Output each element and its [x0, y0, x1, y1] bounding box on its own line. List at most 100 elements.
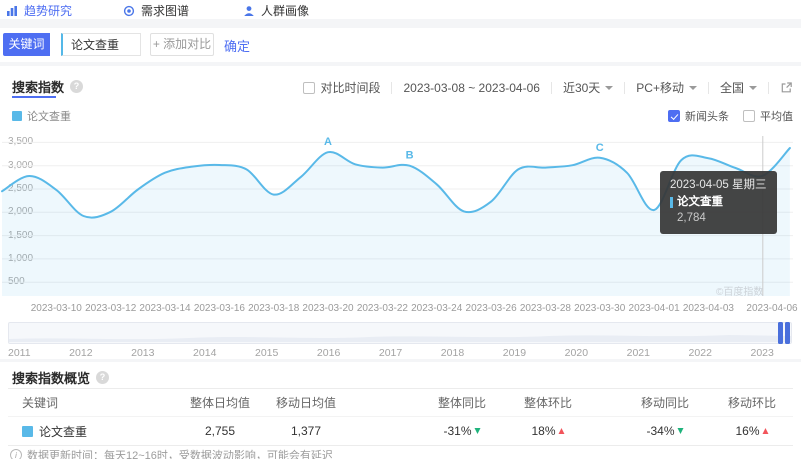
tooltip-series-swatch [670, 197, 673, 208]
nav-label: 需求图谱 [141, 2, 189, 19]
export-icon[interactable] [780, 81, 793, 94]
row-keyword-text: 论文查重 [39, 423, 87, 440]
timeline-year-label: 2019 [503, 347, 526, 359]
x-tick-label: 2023-03-20 [302, 303, 353, 314]
panel-title-text: 搜索指数 [12, 77, 64, 96]
data-update-note: 数据更新时间：每天12~16时，受数据波动影响，可能会有延迟 [10, 447, 333, 459]
table-cell: 18% [531, 424, 564, 438]
separator [768, 82, 769, 94]
device-value: PC+移动 [636, 79, 684, 96]
cell-value: 18% [531, 424, 555, 438]
nav-demand-graph[interactable]: 需求图谱 [123, 2, 189, 19]
x-tick-label: 2023-03-28 [520, 303, 571, 314]
timeline-year-label: 2020 [565, 347, 588, 359]
info-icon [10, 449, 22, 459]
average-option[interactable]: 平均值 [743, 108, 793, 124]
col-header: 整体同比 [438, 394, 486, 411]
compare-period-checkbox[interactable] [303, 82, 315, 94]
keyword-input[interactable] [63, 34, 140, 55]
duration-value: 近30天 [563, 79, 600, 96]
series-legend-label: 论文查重 [27, 108, 71, 124]
timeline-year-label: 2013 [131, 347, 154, 359]
separator [708, 82, 709, 94]
table-row-keyword: 论文查重 [22, 423, 87, 440]
chevron-down-icon [689, 86, 697, 90]
news-headlines-checkbox[interactable] [668, 110, 680, 122]
chevron-down-icon [749, 86, 757, 90]
cell-value: -34% [646, 424, 674, 438]
timeline-mini-chart [9, 323, 791, 343]
nav-label: 趋势研究 [24, 2, 72, 19]
col-header: 整体环比 [524, 394, 572, 411]
divider-strip [0, 62, 801, 66]
confirm-button[interactable]: 确定 [224, 36, 250, 55]
date-range-display[interactable]: 2023-03-08 ~ 2023-04-06 [403, 81, 539, 95]
help-icon[interactable] [70, 80, 83, 93]
news-headlines-option[interactable]: 新闻头条 [668, 108, 729, 124]
compare-period-label: 对比时间段 [320, 79, 380, 96]
cell-value: -31% [443, 424, 471, 438]
active-tab-underline [12, 96, 56, 98]
duration-select[interactable]: 近30天 [563, 79, 613, 96]
table-cell: 1,377 [291, 424, 321, 438]
table-cell: -34% [646, 424, 683, 438]
nav-audience-profile[interactable]: 人群画像 [243, 2, 309, 19]
overview-title: 搜索指数概览 [12, 368, 109, 387]
keyword-tag: 关键词 [3, 33, 50, 56]
news-marker-C[interactable]: C [596, 142, 604, 154]
device-select[interactable]: PC+移动 [636, 79, 697, 96]
trend-up-arrow-icon [763, 428, 769, 434]
timeline-year-label: 2012 [69, 347, 92, 359]
tab-search-index[interactable]: 搜索指数 [12, 77, 83, 96]
x-tick-label: 2023-03-24 [411, 303, 462, 314]
baidu-index-page: 趋势研究 需求图谱 人群画像 关键词 + 添加对比 确定 搜索指数 对比时间段 … [0, 0, 801, 459]
timeline-slider-track[interactable] [8, 322, 792, 344]
timeline-year-label: 2022 [689, 347, 712, 359]
chart-controls: 对比时间段 2023-03-08 ~ 2023-04-06 近30天 PC+移动… [303, 79, 793, 96]
timeline-handle-left[interactable] [778, 322, 783, 344]
x-tick-label: 2023-03-18 [248, 303, 299, 314]
timeline-year-label: 2017 [379, 347, 402, 359]
col-header: 整体日均值 [190, 394, 250, 411]
col-header: 移动日均值 [276, 394, 336, 411]
add-compare-button[interactable]: + 添加对比 [150, 33, 214, 56]
timeline-year-label: 2021 [627, 347, 650, 359]
trend-up-arrow-icon [559, 428, 565, 434]
compare-period-control[interactable]: 对比时间段 [303, 79, 380, 96]
chart-tooltip: 2023-04-05 星期三 论文查重 2,784 [660, 171, 777, 234]
average-label: 平均值 [760, 108, 793, 124]
tooltip-date: 2023-04-05 星期三 [670, 177, 767, 194]
person-icon [243, 5, 255, 17]
divider-strip [0, 19, 801, 28]
x-tick-label: 2023-03-26 [466, 303, 517, 314]
nav-trend-research[interactable]: 趋势研究 [6, 2, 72, 19]
region-value: 全国 [720, 79, 744, 96]
table-cell: 16% [735, 424, 768, 438]
cell-value: 16% [735, 424, 759, 438]
timeline-year-label: 2014 [193, 347, 216, 359]
help-icon[interactable] [96, 371, 109, 384]
x-tick-label: 2023-03-30 [574, 303, 625, 314]
separator [624, 82, 625, 94]
news-marker-A[interactable]: A [324, 136, 332, 148]
watermark: ©百度指数 [716, 283, 763, 298]
average-checkbox[interactable] [743, 110, 755, 122]
timeline-years: 2011201220132014201520162017201820192020… [8, 347, 774, 359]
timeline-handle-right[interactable] [785, 322, 790, 344]
separator [391, 82, 392, 94]
news-marker-B[interactable]: B [406, 150, 414, 162]
table-divider [8, 416, 793, 417]
series-legend: 论文查重 [12, 108, 71, 124]
news-headlines-label: 新闻头条 [685, 108, 729, 124]
table-cell: -31% [443, 424, 480, 438]
timeline-year-label: 2018 [441, 347, 464, 359]
timeline-year-label: 2023 [750, 347, 773, 359]
footnote-text: 数据更新时间：每天12~16时，受数据波动影响，可能会有延迟 [27, 447, 333, 459]
x-tick-label: 2023-04-03 [683, 303, 734, 314]
region-select[interactable]: 全国 [720, 79, 757, 96]
timeline-year-label: 2016 [317, 347, 340, 359]
x-tick-label: 2023-04-01 [629, 303, 680, 314]
separator [551, 82, 552, 94]
tooltip-value: 2,784 [670, 210, 767, 227]
trend-down-arrow-icon [475, 428, 481, 434]
